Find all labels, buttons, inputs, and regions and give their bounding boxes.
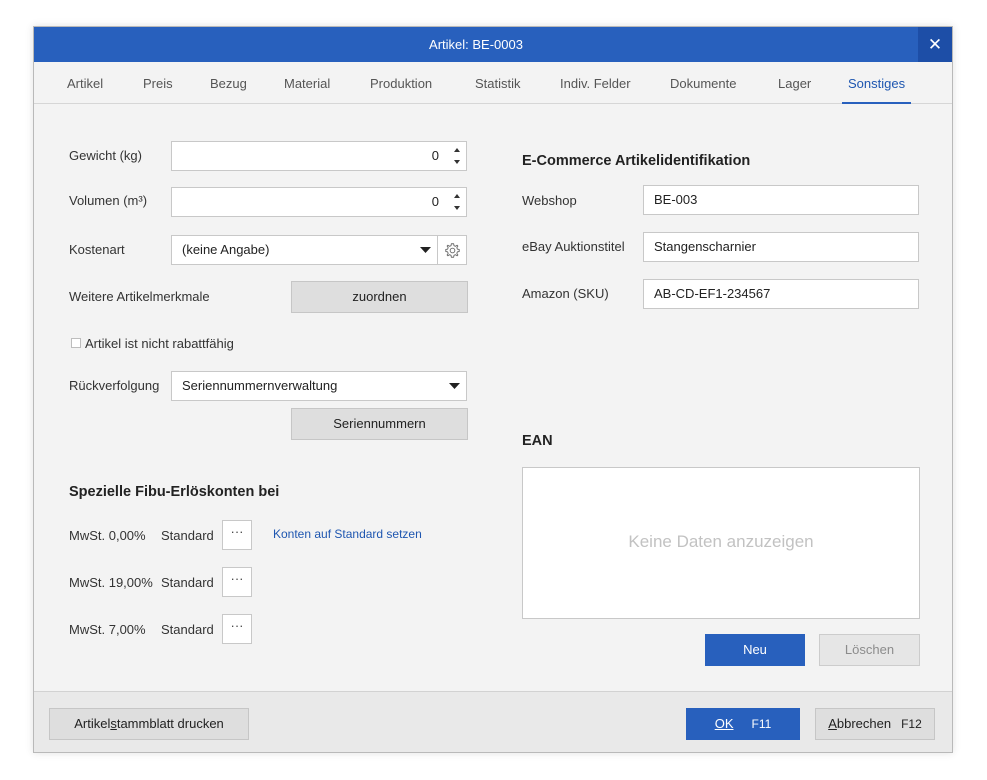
fibu-account-value: Standard	[161, 528, 214, 543]
serial-numbers-button[interactable]: Seriennummern	[291, 408, 468, 440]
ok-shortcut: F11	[751, 717, 772, 731]
tab-dokumente[interactable]: Dokumente	[670, 62, 736, 104]
tab-produktion[interactable]: Produktion	[370, 62, 432, 104]
fibu-account-picker-button[interactable]: ···	[222, 520, 252, 550]
fibu-account-value: Standard	[161, 575, 214, 590]
cancel-button-accesskey: A	[828, 716, 837, 731]
tab-artikel[interactable]: Artikel	[67, 62, 103, 104]
cancel-shortcut: F12	[901, 717, 922, 731]
dialog-footer: Artikelstammblatt drucken OK F11 Abbreche…	[34, 691, 952, 752]
tracking-select[interactable]: Seriennummernverwaltung	[171, 371, 467, 401]
spin-down-icon[interactable]	[452, 203, 462, 213]
weight-label: Gewicht (kg)	[69, 148, 142, 163]
ean-list[interactable]: Keine Daten anzuzeigen	[522, 467, 920, 619]
amazon-sku-value: AB-CD-EF1-234567	[654, 286, 771, 301]
more-features-label: Weitere Artikelmerkmale	[69, 289, 210, 304]
tab-sonstiges[interactable]: Sonstiges	[841, 62, 912, 104]
print-master-sheet-button[interactable]: Artikelstammblatt drucken	[49, 708, 249, 740]
ecommerce-heading: E-Commerce Artikelidentifikation	[522, 153, 751, 169]
no-discount-checkbox[interactable]	[71, 338, 81, 348]
cost-type-settings-button[interactable]	[437, 235, 467, 265]
volume-field[interactable]: 0	[171, 187, 467, 217]
ebay-title-field[interactable]: Stangenscharnier	[643, 232, 919, 262]
tab-indiv-felder[interactable]: Indiv. Felder	[560, 62, 631, 104]
cancel-button[interactable]: Abbrechen F12	[815, 708, 935, 740]
chevron-down-icon	[420, 247, 431, 253]
tab-bezug[interactable]: Bezug	[210, 62, 247, 104]
tab-material[interactable]: Material	[284, 62, 330, 104]
cost-type-label: Kostenart	[69, 242, 125, 257]
no-discount-label: Artikel ist nicht rabattfähig	[85, 336, 234, 351]
webshop-field[interactable]: BE-003	[643, 185, 919, 215]
vat-label: MwSt. 7,00%	[69, 622, 146, 637]
amazon-sku-label: Amazon (SKU)	[522, 286, 609, 301]
fibu-account-value: Standard	[161, 622, 214, 637]
tracking-value: Seriennummernverwaltung	[182, 378, 338, 393]
tab-preis[interactable]: Preis	[143, 62, 173, 104]
close-button[interactable]: ✕	[918, 27, 952, 62]
fibu-heading: Spezielle Fibu-Erlöskonten bei	[69, 484, 280, 500]
ean-delete-button[interactable]: Löschen	[819, 634, 920, 666]
ebay-title-label: eBay Auktionstitel	[522, 239, 625, 254]
weight-field[interactable]: 0	[171, 141, 467, 171]
spin-down-icon[interactable]	[452, 157, 462, 167]
tracking-label: Rückverfolgung	[69, 378, 160, 393]
fibu-account-picker-button[interactable]: ···	[222, 614, 252, 644]
volume-label: Volumen (m³)	[69, 193, 148, 208]
tab-bar: Artikel Preis Bezug Material Produktion …	[34, 62, 952, 104]
ean-new-button[interactable]: Neu	[705, 634, 805, 666]
print-button-label-part: tammblatt drucken	[116, 716, 224, 731]
vat-label: MwSt. 0,00%	[69, 528, 146, 543]
chevron-down-icon	[449, 383, 460, 389]
weight-value: 0	[431, 148, 439, 163]
vat-label: MwSt. 19,00%	[69, 575, 153, 590]
window-title: Artikel: BE-0003	[429, 37, 523, 52]
assign-button[interactable]: zuordnen	[291, 281, 468, 313]
reset-accounts-link[interactable]: Konten auf Standard setzen	[273, 527, 422, 541]
print-button-label-part: Artikel	[74, 716, 111, 731]
title-bar: Artikel: BE-0003 ✕	[34, 27, 952, 62]
fibu-account-picker-button[interactable]: ···	[222, 567, 252, 597]
ok-button[interactable]: OK F11	[686, 708, 800, 740]
cancel-button-label: bbrechen	[836, 716, 892, 731]
spin-up-icon[interactable]	[452, 191, 462, 201]
webshop-value: BE-003	[654, 192, 698, 207]
amazon-sku-field[interactable]: AB-CD-EF1-234567	[643, 279, 919, 309]
spin-up-icon[interactable]	[452, 145, 462, 155]
article-dialog: Artikel: BE-0003 ✕ Artikel Preis Bezug M…	[33, 26, 953, 753]
gear-icon	[445, 243, 460, 258]
ok-button-label: OK	[714, 716, 734, 731]
ean-heading: EAN	[522, 433, 553, 449]
ean-empty-text: Keine Daten anzuzeigen	[628, 532, 814, 551]
webshop-label: Webshop	[522, 193, 577, 208]
cost-type-value: (keine Angabe)	[182, 242, 270, 257]
tab-statistik[interactable]: Statistik	[475, 62, 521, 104]
tab-lager[interactable]: Lager	[778, 62, 811, 104]
volume-value: 0	[431, 194, 439, 209]
ebay-title-value: Stangenscharnier	[654, 239, 756, 254]
cost-type-select[interactable]: (keine Angabe)	[171, 235, 438, 265]
